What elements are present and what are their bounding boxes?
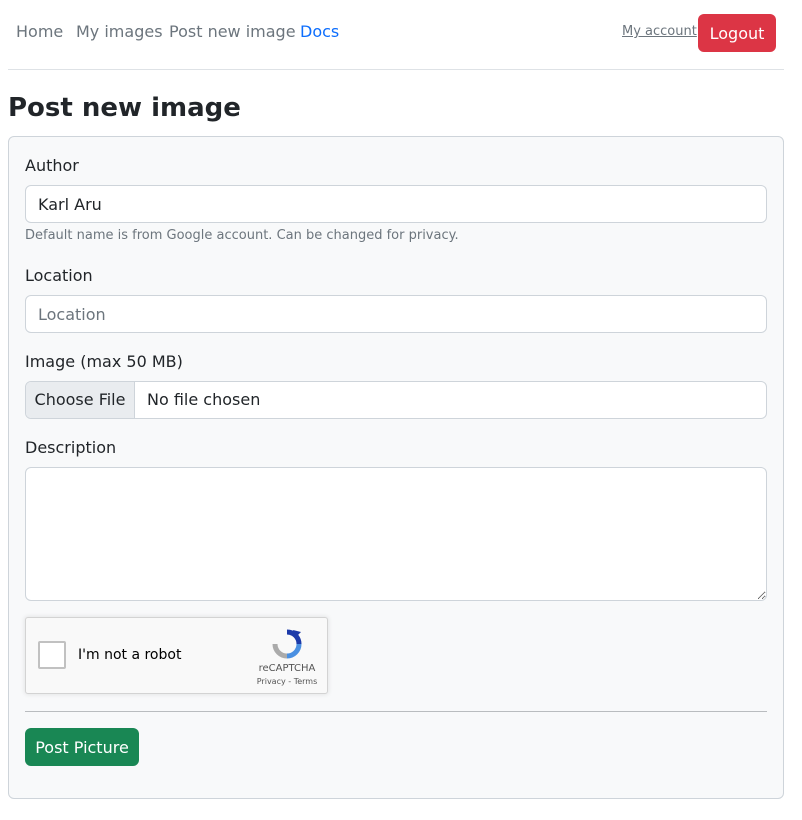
top-navbar: Home My images Post new image Docs My ac…	[0, 0, 802, 70]
recaptcha-checkbox[interactable]	[38, 641, 66, 669]
description-textarea[interactable]	[25, 467, 767, 601]
location-input[interactable]	[25, 295, 767, 333]
author-help-text: Default name is from Google account. Can…	[25, 228, 459, 243]
file-status-text: No file chosen	[147, 390, 261, 409]
recaptcha-logo-icon	[272, 629, 302, 659]
location-label: Location	[25, 266, 93, 285]
my-account-link[interactable]: My account	[622, 24, 697, 39]
post-picture-button[interactable]: Post Picture	[25, 728, 139, 766]
logout-button[interactable]: Logout	[698, 14, 776, 52]
nav-docs-link[interactable]: Docs	[300, 22, 339, 41]
nav-home-link[interactable]: Home	[16, 22, 63, 41]
nav-post-new-image-link[interactable]: Post new image	[169, 22, 296, 41]
author-label: Author	[25, 156, 79, 175]
image-label: Image (max 50 MB)	[25, 352, 183, 371]
post-image-form: Author Default name is from Google accou…	[8, 136, 784, 799]
recaptcha-brand: reCAPTCHA	[258, 663, 316, 674]
recaptcha-privacy-terms-links[interactable]: Privacy - Terms	[248, 677, 326, 686]
description-label: Description	[25, 438, 117, 457]
form-divider	[25, 711, 767, 712]
author-input[interactable]	[25, 185, 767, 223]
recaptcha-label: I'm not a robot	[78, 647, 182, 663]
recaptcha-widget: I'm not a robot reCAPTCHA Privacy - Term…	[25, 617, 328, 694]
choose-file-button[interactable]: Choose File	[26, 382, 135, 418]
page-title: Post new image	[8, 93, 241, 123]
nav-divider	[8, 69, 784, 70]
nav-my-images-link[interactable]: My images	[76, 22, 163, 41]
image-file-input[interactable]: Choose File No file chosen	[25, 381, 767, 419]
